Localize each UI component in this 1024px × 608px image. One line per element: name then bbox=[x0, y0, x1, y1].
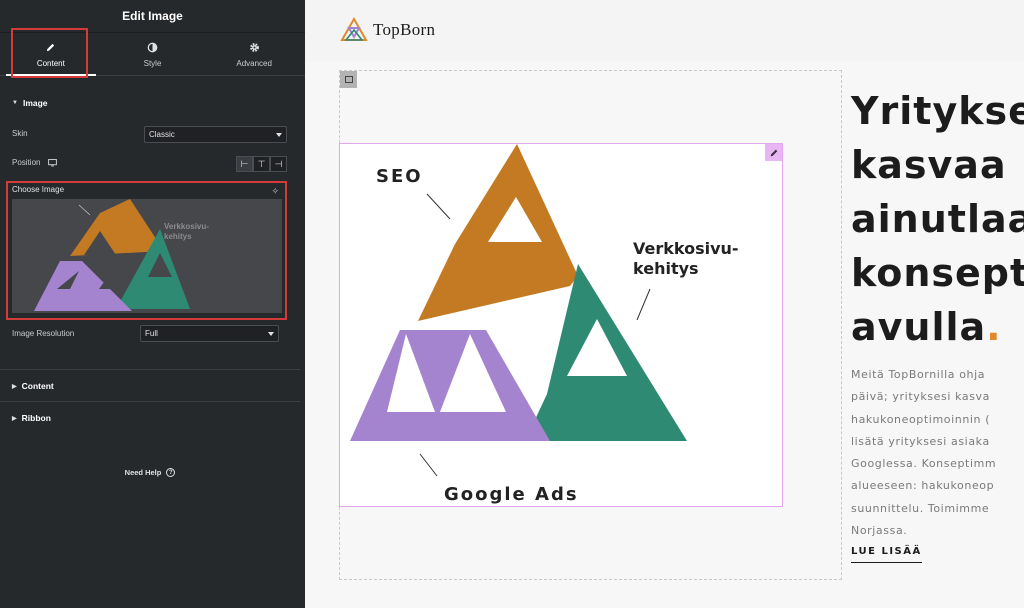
caret-right-icon: ▶ bbox=[12, 383, 17, 390]
paragraph-line: päivä; yrityksesi kasva bbox=[851, 390, 990, 404]
gear-icon bbox=[249, 41, 260, 55]
tab-advanced[interactable]: Advanced bbox=[203, 33, 305, 75]
image-widget[interactable]: SEO Verkkosivu- kehitys Google Ads bbox=[339, 143, 783, 507]
content-tab-highlight bbox=[11, 28, 88, 78]
position-label: Position bbox=[12, 158, 41, 167]
paragraph-line: Meitä TopBornilla ohja bbox=[851, 368, 986, 381]
topborn-logo-icon bbox=[340, 17, 368, 41]
seo-label: SEO bbox=[376, 166, 423, 187]
heading-line: ainutlaa bbox=[851, 197, 1024, 241]
heading-last-word: avulla bbox=[851, 305, 987, 349]
skin-value: Classic bbox=[149, 130, 175, 139]
editor-panel: Edit Image Content Style Advanced ▼ Imag… bbox=[0, 0, 305, 608]
section-content-title: Content bbox=[21, 381, 54, 391]
paragraph-line: suunnittelu. Toimimme bbox=[851, 501, 990, 515]
heading-line: kasvaa bbox=[851, 143, 1007, 187]
section-ribbon-toggle[interactable]: ▶ Ribbon bbox=[0, 413, 51, 423]
skin-select[interactable]: Classic bbox=[144, 126, 287, 143]
heading-line: Yritykse bbox=[851, 89, 1024, 133]
google-ads-label: Google Ads bbox=[444, 484, 579, 505]
heading-line-last: avulla. bbox=[851, 300, 1024, 354]
column-handle-icon[interactable] bbox=[340, 71, 357, 88]
edit-widget-pencil-icon[interactable] bbox=[765, 144, 782, 161]
section-ribbon-title: Ribbon bbox=[21, 413, 51, 423]
intro-paragraph: Meitä TopBornilla ohja päivä; yrityksesi… bbox=[851, 364, 996, 542]
section-image-toggle[interactable]: ▼ Image bbox=[0, 98, 48, 108]
align-top-button[interactable]: ⊤ bbox=[253, 156, 270, 172]
resolution-label: Image Resolution bbox=[12, 329, 75, 338]
tab-label: Advanced bbox=[236, 58, 272, 68]
question-icon: ? bbox=[166, 468, 176, 477]
site-logo-text[interactable]: TopBorn bbox=[373, 20, 435, 40]
section-image-title: Image bbox=[22, 98, 48, 108]
heading-dot: . bbox=[986, 305, 1002, 349]
half-circle-icon bbox=[147, 41, 158, 55]
choose-image-control: Choose Image ✧ Verkkosivu- kehitys bbox=[6, 181, 287, 320]
web-label-line1: Verkkosivu- bbox=[633, 239, 739, 258]
tab-label: Style bbox=[143, 58, 162, 68]
heading-line: konsept bbox=[851, 251, 1024, 295]
paragraph-line: Norjassa. bbox=[851, 524, 908, 538]
align-right-button[interactable]: ⊣ bbox=[270, 156, 287, 172]
align-left-button[interactable]: ⊢ bbox=[236, 156, 253, 172]
resolution-value: Full bbox=[145, 329, 158, 338]
skin-label: Skin bbox=[12, 129, 28, 138]
divider bbox=[0, 369, 300, 370]
section-content-toggle[interactable]: ▶ Content bbox=[0, 381, 54, 391]
preview-triangles: Verkkosivu- kehitys bbox=[34, 199, 209, 311]
caret-down-icon: ▼ bbox=[12, 100, 18, 106]
chevron-down-icon bbox=[268, 331, 274, 336]
position-control: ⊢ ⊤ ⊣ bbox=[236, 156, 287, 172]
image-preview[interactable]: Verkkosivu- kehitys bbox=[12, 199, 282, 313]
choose-image-label: Choose Image bbox=[12, 185, 65, 194]
site-header: TopBorn bbox=[305, 0, 1024, 62]
tab-style[interactable]: Style bbox=[102, 33, 204, 75]
desktop-icon bbox=[48, 158, 58, 167]
paragraph-line: alueeseen: hakukoneop bbox=[851, 479, 995, 493]
need-help-link[interactable]: Need Help ? bbox=[0, 468, 300, 477]
triangles-graphic: SEO Verkkosivu- kehitys Google Ads bbox=[350, 144, 739, 505]
chevron-down-icon bbox=[276, 132, 282, 137]
caret-right-icon: ▶ bbox=[12, 415, 17, 422]
web-label-line2: kehitys bbox=[633, 259, 699, 278]
need-help-label: Need Help bbox=[124, 468, 162, 477]
read-more-link[interactable]: LUE LISÄÄ bbox=[851, 546, 922, 563]
paragraph-line: hakukoneoptimoinnin ( bbox=[851, 412, 991, 426]
divider bbox=[0, 401, 300, 402]
preview-web-label-1: Verkkosivu- bbox=[164, 222, 209, 231]
paragraph-line: Googlessa. Konseptimm bbox=[851, 457, 997, 471]
paragraph-line: lisätä yrityksesi asiaka bbox=[851, 434, 990, 448]
position-row: Position bbox=[12, 158, 58, 167]
hero-heading: Yritykse kasvaa ainutlaa konsept avulla. bbox=[851, 84, 1024, 354]
resolution-select[interactable]: Full bbox=[140, 325, 279, 342]
preview-web-label-2: kehitys bbox=[164, 232, 192, 241]
ai-sparkle-icon[interactable]: ✧ bbox=[271, 186, 279, 197]
